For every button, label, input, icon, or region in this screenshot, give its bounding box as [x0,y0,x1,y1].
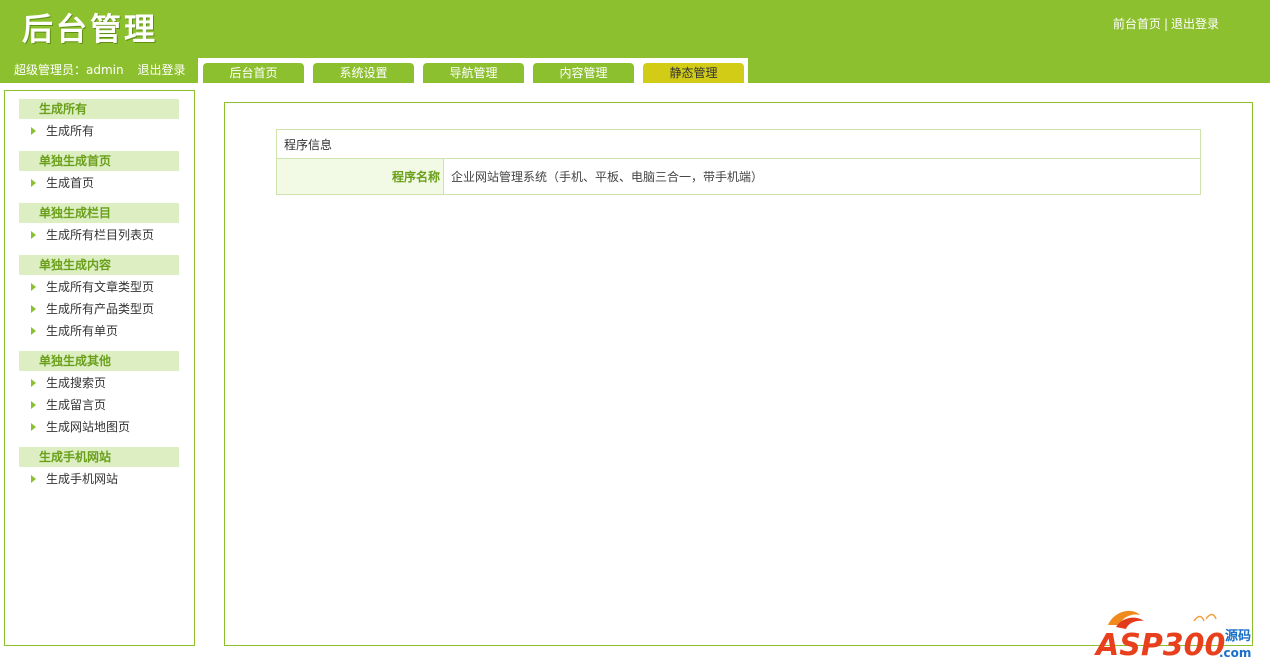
sidebar-item-label: 生成所有产品类型页 [46,302,155,316]
tab-static[interactable]: 静态管理 [643,63,744,83]
arrow-right-icon [31,327,36,335]
main-tabs: 后台首页 系统设置 导航管理 内容管理 静态管理 [198,58,748,83]
arrow-right-icon [31,401,36,409]
sidebar-item-label: 生成网站地图页 [46,420,131,434]
sidebar-item-generate-search[interactable]: 生成搜索页 [5,372,194,394]
top-links: 前台首页 | 退出登录 [1113,15,1219,32]
sidebar-item-label: 生成搜索页 [46,376,107,390]
sidebar-item-generate-column-lists[interactable]: 生成所有栏目列表页 [5,224,194,246]
watermark-tag: 源码 [1225,628,1251,644]
table-heading: 程序信息 [276,129,1201,159]
sidebar-group-title: 单独生成内容 [19,255,179,275]
sidebar-item-label: 生成所有文章类型页 [46,280,155,294]
program-name-label: 程序名称 [276,158,444,195]
sidebar-group-title: 生成所有 [19,99,179,119]
arrow-right-icon [31,475,36,483]
sidebar-group-all: 生成所有 生成所有 [5,99,194,142]
tab-content[interactable]: 内容管理 [533,63,634,83]
sidebar-group-content: 单独生成内容 生成所有文章类型页 生成所有产品类型页 生成所有单页 [5,255,194,342]
sidebar-item-generate-home[interactable]: 生成首页 [5,172,194,194]
watermark-suffix: .com [1219,646,1251,660]
tab-system-settings[interactable]: 系统设置 [313,63,414,83]
table-header-row: 程序信息 [276,129,1201,159]
sidebar-item-label: 生成留言页 [46,398,107,412]
sidebar-item-generate-products[interactable]: 生成所有产品类型页 [5,298,194,320]
sidebar-group-mobile: 生成手机网站 生成手机网站 [5,447,194,490]
sidebar-group-title: 单独生成栏目 [19,203,179,223]
main-panel: 程序信息 程序名称 企业网站管理系统（手机、平板、电脑三合一，带手机端） [224,102,1253,646]
table-row: 程序名称 企业网站管理系统（手机、平板、电脑三合一，带手机端） [276,158,1201,195]
sidebar-item-label: 生成手机网站 [46,472,119,486]
program-name-value: 企业网站管理系统（手机、平板、电脑三合一，带手机端） [443,158,1201,195]
sidebar-group-columns: 单独生成栏目 生成所有栏目列表页 [5,203,194,246]
header-bar: 后台管理 前台首页 | 退出登录 超级管理员：admin 退出登录 后台首页 系统设… [0,0,1270,83]
watermark-brand: ASP300 [1094,628,1225,661]
sidebar-group-title: 单独生成其他 [19,351,179,371]
arrow-right-icon [31,127,36,135]
arrow-right-icon [31,305,36,313]
sidebar-item-generate-all[interactable]: 生成所有 [5,120,194,142]
sidebar-group-other: 单独生成其他 生成搜索页 生成留言页 生成网站地图页 [5,351,194,438]
sidebar-item-generate-articles[interactable]: 生成所有文章类型页 [5,276,194,298]
flame-icon [1108,610,1217,629]
sidebar-item-generate-sitemap[interactable]: 生成网站地图页 [5,416,194,438]
sidebar-item-generate-mobile[interactable]: 生成手机网站 [5,468,194,490]
arrow-right-icon [31,423,36,431]
user-logout-link[interactable]: 退出登录 [137,63,185,77]
sidebar-item-label: 生成所有栏目列表页 [46,228,155,242]
sidebar-item-label: 生成首页 [46,176,95,190]
sidebar-item-label: 生成所有单页 [46,324,119,338]
front-home-link[interactable]: 前台首页 [1113,17,1161,31]
tab-navigation[interactable]: 导航管理 [423,63,524,83]
sidebar-group-home: 单独生成首页 生成首页 [5,151,194,194]
arrow-right-icon [31,283,36,291]
asp300-watermark-logo: ASP300 源码 .com [1094,610,1251,661]
program-info-table: 程序信息 程序名称 企业网站管理系统（手机、平板、电脑三合一，带手机端） [276,129,1201,195]
sidebar-group-title: 单独生成首页 [19,151,179,171]
top-logout-link[interactable]: 退出登录 [1171,17,1219,31]
sidebar: 生成所有 生成所有 单独生成首页 生成首页 单独生成栏目 生成所有栏目列表页 单… [4,90,195,646]
user-label: 超级管理员：admin [14,63,124,77]
app-title: 后台管理 [22,12,158,48]
sidebar-item-generate-single-pages[interactable]: 生成所有单页 [5,320,194,342]
sidebar-item-generate-guestbook[interactable]: 生成留言页 [5,394,194,416]
arrow-right-icon [31,179,36,187]
link-separator: | [1163,17,1168,31]
arrow-right-icon [31,379,36,387]
arrow-right-icon [31,231,36,239]
user-info: 超级管理员：admin 退出登录 [14,61,185,78]
tab-dashboard[interactable]: 后台首页 [203,63,304,83]
sidebar-group-title: 生成手机网站 [19,447,179,467]
sidebar-item-label: 生成所有 [46,124,95,138]
